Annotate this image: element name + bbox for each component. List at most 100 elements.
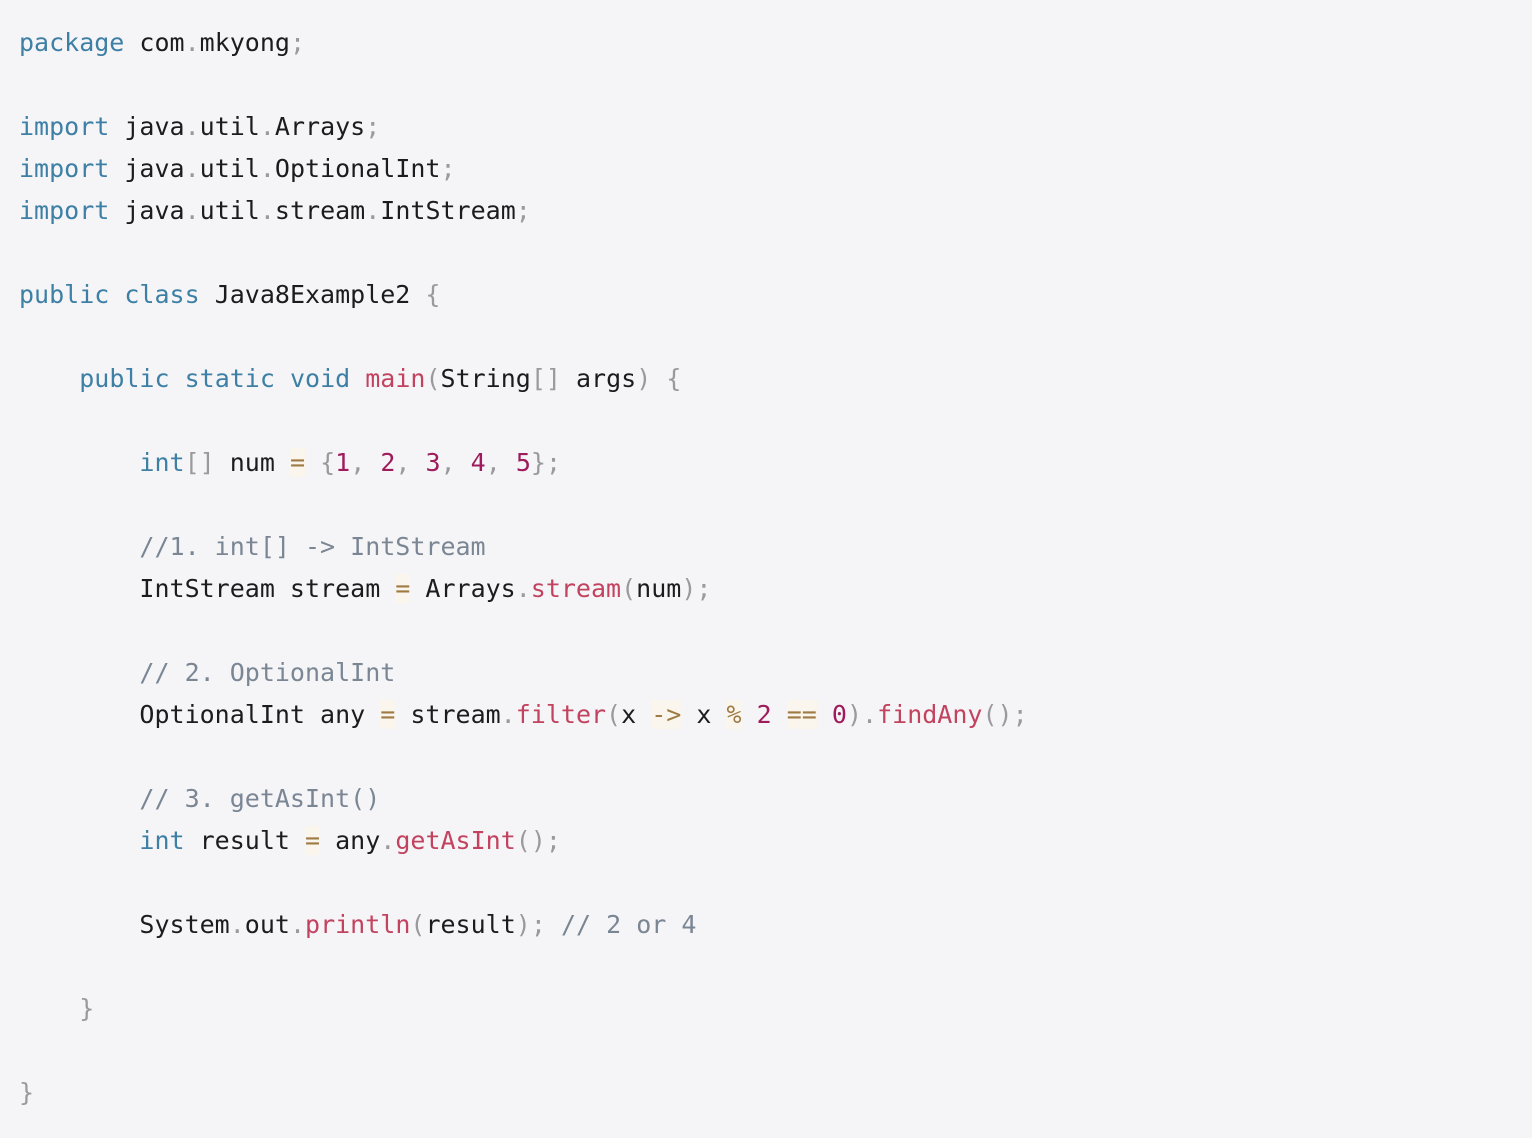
code-token-keyword: import [19,196,110,225]
code-token-plain: util [199,196,260,225]
code-token-punct: . [289,910,306,939]
code-token-punct: . [184,154,200,183]
code-token-punct: ; [289,28,306,57]
code-line: } [19,988,1519,1030]
code-token-plain: x [681,700,727,729]
code-token-method: findAny [877,700,983,729]
code-line: // 3. getAsInt() [19,778,1519,820]
code-token-plain: com [124,28,185,57]
code-token-punct: ; [365,112,381,141]
code-line: IntStream stream = Arrays.stream(num); [19,568,1519,610]
code-token-plain: util [199,154,260,183]
code-token-operator: = [395,574,411,603]
code-token-plain: IntStream [380,196,516,225]
code-token-keyword: class [124,280,200,309]
code-line: int result = any.getAsInt(); [19,820,1519,862]
code-token-brace: { [425,280,441,309]
code-token-operator: == [786,700,817,729]
code-token-punct: . [259,154,275,183]
code-token-number: 3 [425,448,441,477]
code-token-method: main [365,364,426,393]
code-token-plain: util [199,112,260,141]
code-token-number: 1 [335,448,351,477]
code-line: OptionalInt any = stream.filter(x -> x %… [19,694,1519,736]
code-token-keyword: import [19,154,110,183]
code-token-operator: = [289,448,306,477]
code-token-operator: = [305,826,321,855]
code-line: //1. int[] -> IntStream [19,526,1519,568]
code-token-method: filter [515,700,607,729]
code-token-punct: ; [1012,700,1028,729]
code-token-number: 0 [831,700,847,729]
code-line: // 2. OptionalInt [19,652,1519,694]
code-block[interactable]: package com.mkyong; import java.util.Arr… [19,22,1519,1114]
code-token-plain: stream [395,700,501,729]
code-token-punct: , [440,448,471,477]
code-token-plain: any [320,826,381,855]
code-token-keyword: int [139,826,185,855]
code-token-punct: ( [621,574,637,603]
code-token-plain: java [109,154,185,183]
code-token-punct: , [395,448,426,477]
code-token-punct: ; [545,826,561,855]
code-line: public class Java8Example2 { [19,274,1519,316]
code-token-plain: System [139,910,230,939]
code-token-punct: ; [530,910,546,939]
code-token-operator: -> [651,700,682,729]
code-token-number: 2 [756,700,772,729]
code-token-keyword: int [139,448,185,477]
code-token-plain: stream [274,196,366,225]
code-token-punct: . [184,112,200,141]
code-token-plain: String [440,364,531,393]
code-token-comment: // 2. OptionalInt [139,658,396,687]
code-token-plain: IntStream stream [139,574,396,603]
code-token-brace: } [79,994,95,1023]
code-token-punct: ; [440,154,456,183]
code-token-plain: mkyong [199,28,290,57]
code-token-comment: // 3. getAsInt() [139,784,381,813]
code-token-punct: ) [636,364,652,393]
code-token-plain: Arrays [410,574,516,603]
code-token-operator: % [726,700,742,729]
code-token-brace: } [530,448,546,477]
code-token-plain: num [214,448,290,477]
code-token-punct: ; [696,574,712,603]
code-token-punct: . [380,826,396,855]
code-token-punct: ( [425,364,441,393]
code-token-punct: . [500,700,516,729]
code-token-comment: // 2 or 4 [560,910,697,939]
code-token-plain: Java8Example2 [199,280,426,309]
code-token-brace: { [666,364,682,393]
code-token-plain: OptionalInt [274,154,441,183]
code-token-punct: ) [681,574,697,603]
code-token-punct: ; [515,196,531,225]
code-token-plain: out [244,910,290,939]
code-token-operator: = [380,700,396,729]
code-token-punct: . [184,28,200,57]
code-token-method: stream [530,574,622,603]
code-token-plain: num [636,574,682,603]
code-token-plain: java [109,196,185,225]
code-token-plain: result [425,910,516,939]
code-token-punct: ; [545,448,562,477]
code-token-plain: OptionalInt any [139,700,381,729]
code-token-punct: . [515,574,531,603]
code-token-punct: [] [184,448,215,477]
